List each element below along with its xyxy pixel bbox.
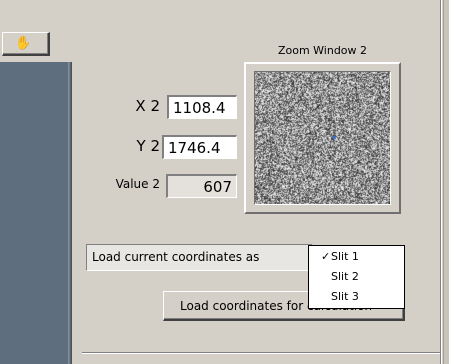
y2-label: Y 2 [136,137,160,155]
right-divider-edge [443,0,449,364]
x2-field[interactable]: 1108.4 [167,95,237,119]
hand-pan-icon: ✋ [15,36,32,51]
load-coordinates-label: Load current coordinates as [86,244,313,271]
zoom-noise-canvas [255,72,390,204]
y2-field[interactable]: 1746.4 [162,135,237,159]
value2-label: Value 2 [115,177,160,191]
pan-tool-button[interactable]: ✋ [2,32,50,56]
slit-option-2[interactable]: Slit 2 [309,268,404,286]
x2-label: X 2 [135,97,160,115]
zoom-window-title: Zoom Window 2 [277,44,368,57]
bottom-divider [82,352,440,354]
slit-option-label: Slit 1 [331,250,359,263]
slit-option-label: Slit 2 [331,270,359,283]
slit-option-3[interactable]: Slit 3 [309,288,404,306]
slit-dropdown-menu[interactable]: ✓ Slit 1 Slit 2 Slit 3 [308,245,405,309]
zoom-window [244,62,401,214]
slit-option-label: Slit 3 [331,290,359,303]
zoom-image[interactable] [254,71,391,205]
value2-field: 607 [166,174,237,198]
slit-option-1[interactable]: ✓ Slit 1 [309,248,404,266]
checkmark-icon: ✓ [321,250,331,263]
